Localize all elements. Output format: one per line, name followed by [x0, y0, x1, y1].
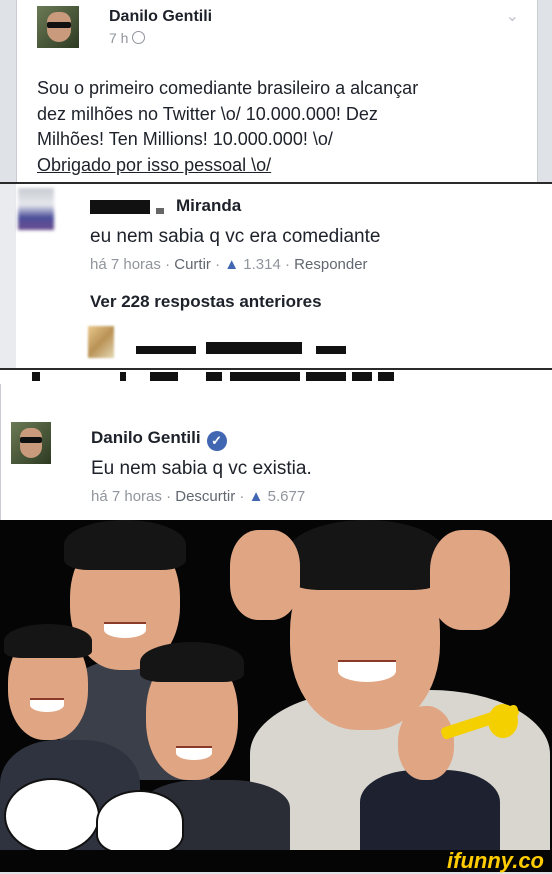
- commenter-name[interactable]: Miranda: [176, 196, 241, 216]
- redacted-name-block: [156, 208, 164, 214]
- post-author-name[interactable]: Danilo Gentili: [109, 8, 212, 26]
- redacted-name-block: [136, 346, 196, 354]
- ifunny-watermark: ifunny.co: [447, 848, 544, 873]
- redacted-name-block: [316, 346, 346, 354]
- comment-meta: há 7 horas · Curtir · ▲ 1.314 · Responde…: [90, 256, 368, 273]
- reply-time[interactable]: há 7 horas: [91, 488, 162, 505]
- post-card: Danilo Gentili 7 h ⌄ Sou o primeiro come…: [16, 0, 538, 182]
- view-previous-replies-link[interactable]: Ver 228 respostas anteriores: [90, 292, 322, 312]
- post-timestamp[interactable]: 7 h: [109, 30, 146, 46]
- reply-meta: há 7 horas · Descurtir · ▲ 5.677: [91, 488, 306, 505]
- comment-text: eu nem sabia q vc era comediante: [90, 226, 381, 247]
- verified-check-icon: ✓: [206, 431, 227, 451]
- reply-text: Eu nem sabia q vc existia.: [91, 458, 312, 479]
- comment: Miranda eu nem sabia q vc era comediante…: [0, 184, 552, 368]
- unlike-button[interactable]: Descurtir: [175, 488, 235, 505]
- post-text: Sou o primeiro comediante brasileiro a a…: [37, 78, 419, 175]
- reply-author-name[interactable]: Danilo Gentili ✓: [91, 428, 227, 451]
- meme-image: [0, 520, 552, 850]
- thumbs-up-icon: ▲: [224, 256, 240, 273]
- reply-button[interactable]: Responder: [294, 256, 367, 273]
- reply-avatar-pixelated: [88, 326, 114, 358]
- watermark-bar: ifunny.co: [0, 848, 552, 873]
- globe-icon: [132, 31, 146, 44]
- reply-author-avatar[interactable]: [11, 422, 51, 464]
- commenter-avatar-blurred[interactable]: [18, 188, 54, 230]
- redacted-strip: [0, 370, 552, 384]
- redacted-name-block: [90, 200, 150, 214]
- author-avatar[interactable]: [37, 6, 79, 48]
- thumbs-up-icon: ▲: [248, 488, 264, 505]
- reply-comment: Danilo Gentili ✓ Eu nem sabia q vc existi…: [0, 384, 552, 520]
- like-count[interactable]: 5.677: [268, 488, 306, 505]
- redacted-name-block: [206, 342, 302, 354]
- like-button[interactable]: Curtir: [174, 256, 211, 273]
- like-count[interactable]: 1.314: [243, 256, 281, 273]
- comment-time[interactable]: há 7 horas: [90, 256, 161, 273]
- chevron-down-icon[interactable]: ⌄: [506, 6, 519, 26]
